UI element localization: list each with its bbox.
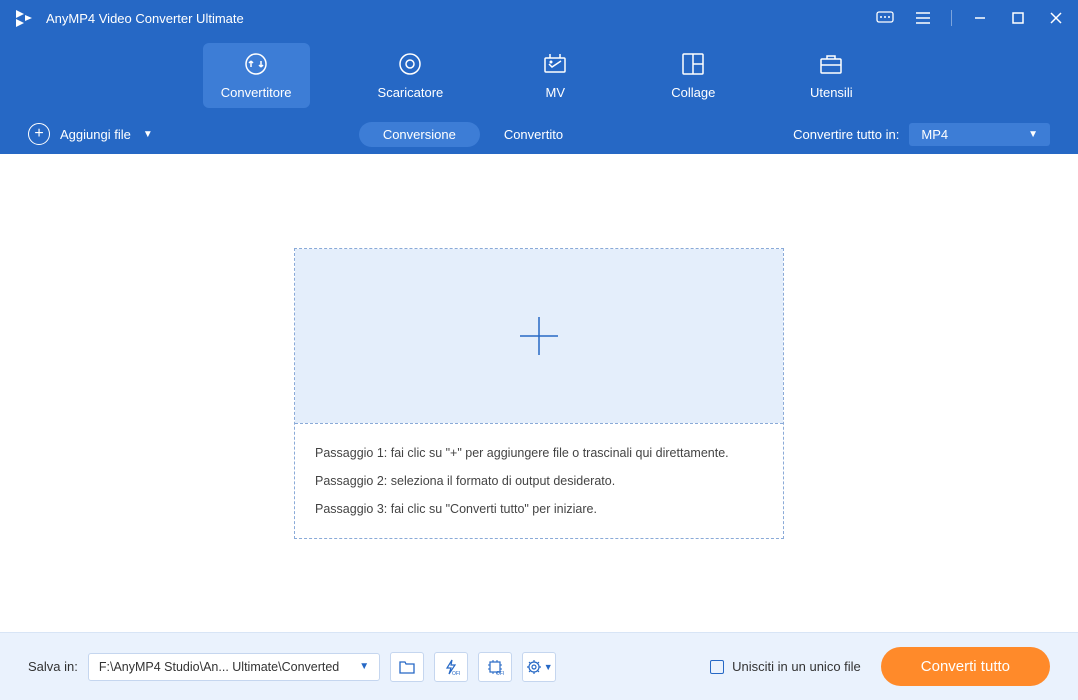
nav-label: Scaricatore — [378, 85, 444, 100]
tab-converted[interactable]: Convertito — [480, 122, 587, 147]
dropzone: Passaggio 1: fai clic su "+" per aggiung… — [294, 248, 784, 539]
chevron-down-icon: ▼ — [1028, 129, 1038, 140]
chevron-down-icon: ▼ — [544, 662, 553, 672]
app-title: AnyMP4 Video Converter Ultimate — [46, 11, 244, 26]
nav-downloader[interactable]: Scaricatore — [360, 43, 462, 108]
converter-icon — [243, 51, 269, 77]
footer: Salva in: F:\AnyMP4 Studio\An... Ultimat… — [0, 632, 1078, 700]
instruction-step-3: Passaggio 3: fai clic su "Converti tutto… — [315, 502, 763, 516]
toolbox-icon — [818, 51, 844, 77]
instruction-step-2: Passaggio 2: seleziona il formato di out… — [315, 474, 763, 488]
convert-all-label: Convertire tutto in: — [793, 127, 899, 142]
format-selected-value: MP4 — [921, 127, 948, 142]
plus-icon — [514, 311, 564, 361]
nav-label: Utensili — [810, 85, 853, 100]
nav-label: Collage — [671, 85, 715, 100]
titlebar: AnyMP4 Video Converter Ultimate — [0, 0, 1078, 36]
nav-converter[interactable]: Convertitore — [203, 43, 310, 108]
nav-toolbox[interactable]: Utensili — [787, 43, 875, 108]
gear-icon — [526, 659, 542, 675]
downloader-icon — [397, 51, 423, 77]
save-path-dropdown[interactable]: F:\AnyMP4 Studio\An... Ultimate\Converte… — [88, 653, 380, 681]
mv-icon — [542, 51, 568, 77]
merge-label: Unisciti in un unico file — [732, 659, 861, 674]
merge-checkbox[interactable]: Unisciti in un unico file — [710, 659, 861, 674]
conversion-tabs: Conversione Convertito — [359, 122, 587, 147]
dropzone-add-area[interactable] — [295, 249, 783, 423]
convert-all-button[interactable]: Converti tutto — [881, 647, 1050, 686]
folder-icon — [398, 659, 416, 675]
chevron-down-icon: ▼ — [143, 129, 153, 140]
plus-circle-icon: + — [28, 123, 50, 145]
instruction-step-1: Passaggio 1: fai clic su "+" per aggiung… — [315, 446, 763, 460]
lightning-icon: OFF — [442, 658, 460, 676]
nav-label: MV — [546, 85, 566, 100]
menu-icon[interactable] — [913, 8, 933, 28]
nav-collage[interactable]: Collage — [649, 43, 737, 108]
gpu-accel-button[interactable]: OFF — [478, 652, 512, 682]
dropzone-instructions: Passaggio 1: fai clic su "+" per aggiung… — [295, 423, 783, 538]
tab-conversion[interactable]: Conversione — [359, 122, 480, 147]
module-navbar: Convertitore Scaricatore MV Collage Uten… — [0, 36, 1078, 114]
maximize-button[interactable] — [1008, 8, 1028, 28]
settings-button[interactable]: ▼ — [522, 652, 556, 682]
save-path-value: F:\AnyMP4 Studio\An... Ultimate\Converte… — [99, 660, 339, 674]
toolbar: + Aggiungi file ▼ Conversione Convertito… — [0, 114, 1078, 154]
main-area: Passaggio 1: fai clic su "+" per aggiung… — [0, 154, 1078, 632]
svg-text:OFF: OFF — [496, 671, 504, 676]
minimize-button[interactable] — [970, 8, 990, 28]
save-to-label: Salva in: — [28, 659, 78, 674]
output-format-dropdown[interactable]: MP4 ▼ — [909, 123, 1050, 146]
close-button[interactable] — [1046, 8, 1066, 28]
add-file-button[interactable]: + Aggiungi file ▼ — [28, 123, 153, 145]
nav-label: Convertitore — [221, 85, 292, 100]
hardware-accel-button[interactable]: OFF — [434, 652, 468, 682]
collage-icon — [680, 51, 706, 77]
chip-icon: OFF — [486, 658, 504, 676]
add-file-label: Aggiungi file — [60, 127, 131, 142]
nav-mv[interactable]: MV — [511, 43, 599, 108]
chevron-down-icon: ▼ — [359, 661, 369, 672]
app-logo-icon — [12, 6, 36, 30]
feedback-icon[interactable] — [875, 8, 895, 28]
open-folder-button[interactable] — [390, 652, 424, 682]
svg-text:OFF: OFF — [452, 671, 460, 676]
checkbox-icon — [710, 660, 724, 674]
